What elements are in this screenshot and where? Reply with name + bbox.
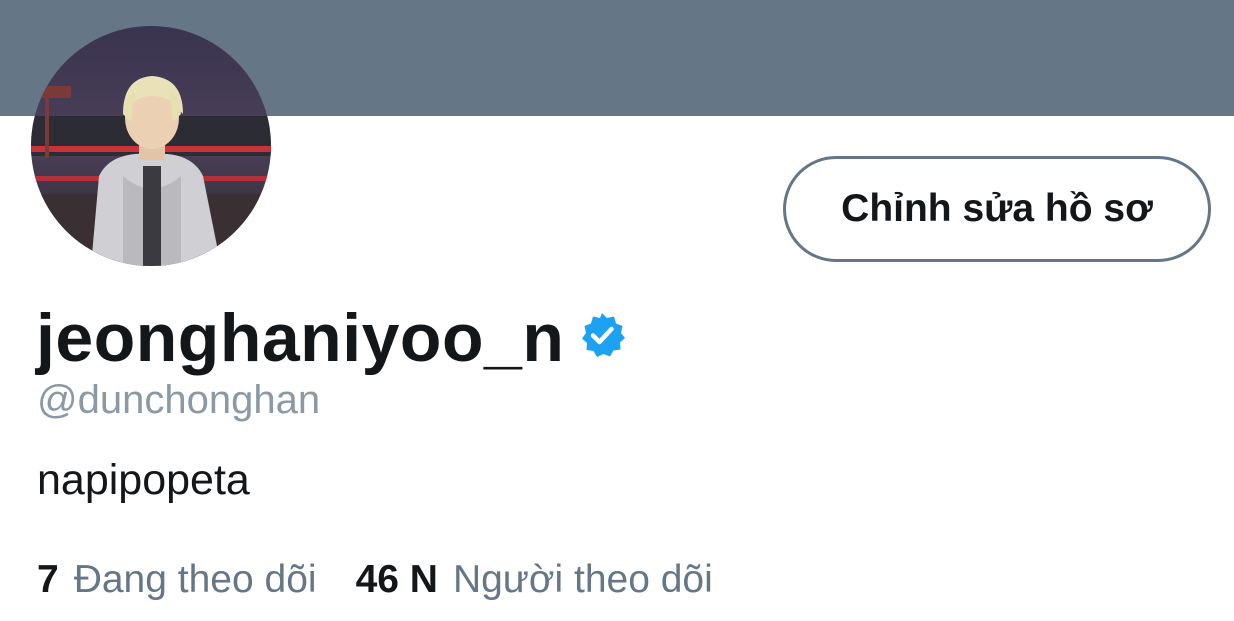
following-count: 7 <box>37 558 59 601</box>
following-label: Đang theo dõi <box>73 558 317 601</box>
profile-stats: 7 Đang theo dõi 46 N Người theo dõi <box>37 555 713 605</box>
display-name-row: jeonghaniyoo_n <box>36 298 626 378</box>
followers-count: 46 N <box>355 558 438 601</box>
profile-header: Chỉnh sửa hồ sơ jeonghaniyoo_n @dunchong… <box>0 0 1234 621</box>
edit-profile-button[interactable]: Chỉnh sửa hồ sơ <box>783 156 1211 262</box>
followers-label: Người theo dõi <box>452 558 713 601</box>
avatar-photo <box>31 26 271 266</box>
profile-avatar[interactable] <box>31 26 271 266</box>
profile-bio: napipopeta <box>37 456 250 504</box>
verified-badge-icon <box>578 311 626 359</box>
profile-handle: @dunchonghan <box>37 378 321 422</box>
display-name: jeonghaniyoo_n <box>36 300 565 376</box>
following-stat[interactable]: 7 Đang theo dõi <box>37 555 317 605</box>
followers-stat[interactable]: 46 N Người theo dõi <box>356 555 713 605</box>
